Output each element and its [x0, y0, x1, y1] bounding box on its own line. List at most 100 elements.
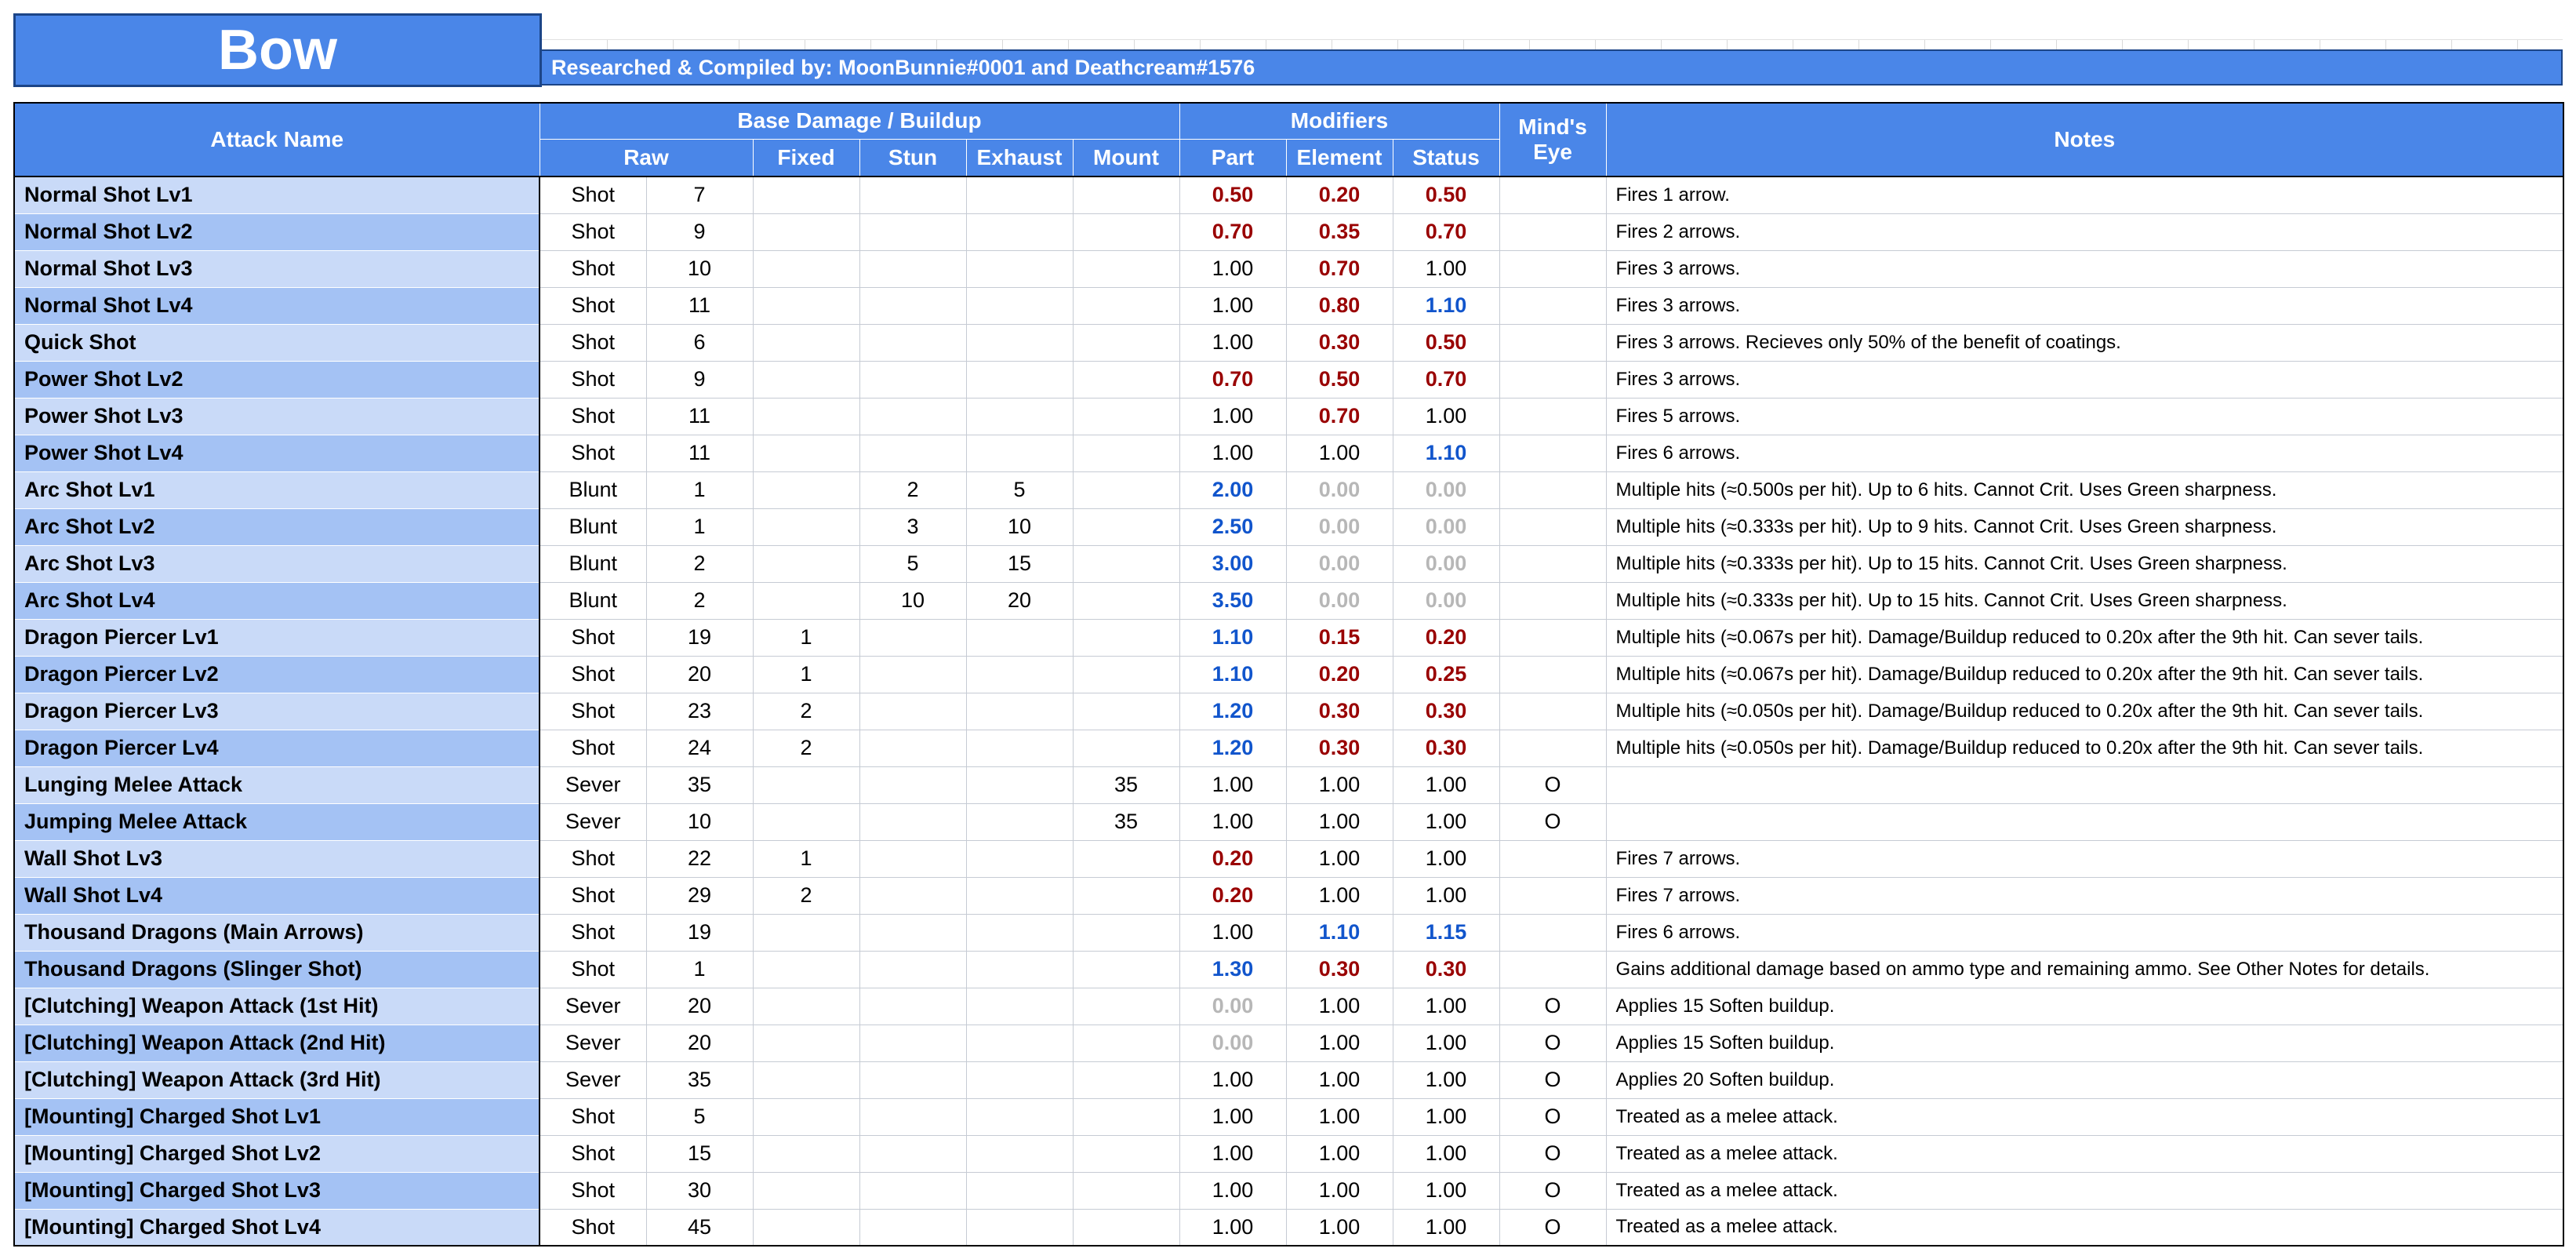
mount-value-cell[interactable]: [1073, 693, 1179, 730]
exhaust-value-cell[interactable]: [966, 988, 1073, 1025]
status-modifier-cell[interactable]: 0.00: [1393, 508, 1499, 545]
raw-value-cell[interactable]: 2: [646, 545, 753, 582]
minds-eye-cell[interactable]: [1499, 250, 1606, 287]
raw-type-cell[interactable]: Shot: [540, 693, 646, 730]
part-modifier-cell[interactable]: 1.00: [1179, 1135, 1286, 1172]
status-modifier-cell[interactable]: 0.50: [1393, 324, 1499, 361]
raw-type-cell[interactable]: Shot: [540, 398, 646, 435]
fixed-value-cell[interactable]: 2: [753, 693, 859, 730]
raw-value-cell[interactable]: 19: [646, 619, 753, 656]
notes-cell[interactable]: Fires 3 arrows.: [1606, 287, 2563, 324]
exhaust-value-cell[interactable]: 20: [966, 582, 1073, 619]
fixed-value-cell[interactable]: [753, 951, 859, 988]
attack-name-cell[interactable]: Wall Shot Lv4: [14, 877, 540, 914]
raw-value-cell[interactable]: 10: [646, 803, 753, 840]
part-modifier-cell[interactable]: 0.00: [1179, 988, 1286, 1025]
exhaust-value-cell[interactable]: [966, 766, 1073, 803]
column-header-mount[interactable]: Mount: [1073, 139, 1179, 177]
notes-cell[interactable]: Applies 15 Soften buildup.: [1606, 1025, 2563, 1061]
raw-value-cell[interactable]: 9: [646, 361, 753, 398]
stun-value-cell[interactable]: [859, 1172, 966, 1209]
element-modifier-cell[interactable]: 1.00: [1286, 877, 1393, 914]
mount-value-cell[interactable]: [1073, 1061, 1179, 1098]
status-modifier-cell[interactable]: 0.50: [1393, 177, 1499, 213]
raw-type-cell[interactable]: Shot: [540, 914, 646, 951]
element-modifier-cell[interactable]: 0.30: [1286, 324, 1393, 361]
mount-value-cell[interactable]: [1073, 398, 1179, 435]
mount-value-cell[interactable]: [1073, 508, 1179, 545]
stun-value-cell[interactable]: [859, 951, 966, 988]
raw-type-cell[interactable]: Shot: [540, 361, 646, 398]
status-modifier-cell[interactable]: 1.10: [1393, 287, 1499, 324]
status-modifier-cell[interactable]: 0.20: [1393, 619, 1499, 656]
stun-value-cell[interactable]: [859, 1061, 966, 1098]
weapon-title-cell[interactable]: Bow: [13, 13, 542, 87]
column-header-stun[interactable]: Stun: [859, 139, 966, 177]
status-modifier-cell[interactable]: 0.00: [1393, 582, 1499, 619]
attack-name-cell[interactable]: [Mounting] Charged Shot Lv2: [14, 1135, 540, 1172]
column-header-raw[interactable]: Raw: [540, 139, 753, 177]
minds-eye-cell[interactable]: O: [1499, 1061, 1606, 1098]
raw-type-cell[interactable]: Sever: [540, 988, 646, 1025]
status-modifier-cell[interactable]: 1.00: [1393, 1025, 1499, 1061]
minds-eye-cell[interactable]: [1499, 508, 1606, 545]
exhaust-value-cell[interactable]: [966, 361, 1073, 398]
part-modifier-cell[interactable]: 1.00: [1179, 766, 1286, 803]
stun-value-cell[interactable]: [859, 803, 966, 840]
raw-type-cell[interactable]: Shot: [540, 287, 646, 324]
fixed-value-cell[interactable]: [753, 398, 859, 435]
mount-value-cell[interactable]: [1073, 177, 1179, 213]
element-modifier-cell[interactable]: 1.00: [1286, 1025, 1393, 1061]
raw-type-cell[interactable]: Shot: [540, 1172, 646, 1209]
raw-value-cell[interactable]: 20: [646, 656, 753, 693]
attack-name-cell[interactable]: Power Shot Lv3: [14, 398, 540, 435]
raw-value-cell[interactable]: 2: [646, 582, 753, 619]
raw-type-cell[interactable]: Blunt: [540, 545, 646, 582]
mount-value-cell[interactable]: [1073, 877, 1179, 914]
fixed-value-cell[interactable]: [753, 435, 859, 471]
exhaust-value-cell[interactable]: [966, 1061, 1073, 1098]
raw-value-cell[interactable]: 19: [646, 914, 753, 951]
mount-value-cell[interactable]: [1073, 914, 1179, 951]
raw-type-cell[interactable]: Shot: [540, 619, 646, 656]
attack-name-cell[interactable]: Lunging Melee Attack: [14, 766, 540, 803]
minds-eye-cell[interactable]: [1499, 435, 1606, 471]
element-modifier-cell[interactable]: 0.00: [1286, 545, 1393, 582]
part-modifier-cell[interactable]: 3.00: [1179, 545, 1286, 582]
fixed-value-cell[interactable]: [753, 1098, 859, 1135]
status-modifier-cell[interactable]: 1.00: [1393, 840, 1499, 877]
raw-type-cell[interactable]: Blunt: [540, 471, 646, 508]
notes-cell[interactable]: Fires 2 arrows.: [1606, 213, 2563, 250]
notes-cell[interactable]: Multiple hits (≈0.050s per hit). Damage/…: [1606, 693, 2563, 730]
notes-cell[interactable]: Fires 1 arrow.: [1606, 177, 2563, 213]
raw-value-cell[interactable]: 45: [646, 1209, 753, 1246]
minds-eye-cell[interactable]: O: [1499, 803, 1606, 840]
status-modifier-cell[interactable]: 0.00: [1393, 545, 1499, 582]
raw-type-cell[interactable]: Shot: [540, 951, 646, 988]
attack-name-cell[interactable]: Normal Shot Lv3: [14, 250, 540, 287]
stun-value-cell[interactable]: [859, 840, 966, 877]
notes-cell[interactable]: Multiple hits (≈0.333s per hit). Up to 1…: [1606, 545, 2563, 582]
exhaust-value-cell[interactable]: 10: [966, 508, 1073, 545]
mount-value-cell[interactable]: [1073, 619, 1179, 656]
mount-value-cell[interactable]: [1073, 435, 1179, 471]
exhaust-value-cell[interactable]: 5: [966, 471, 1073, 508]
notes-cell[interactable]: Fires 3 arrows.: [1606, 250, 2563, 287]
exhaust-value-cell[interactable]: [966, 1098, 1073, 1135]
mount-value-cell[interactable]: [1073, 1098, 1179, 1135]
part-modifier-cell[interactable]: 1.00: [1179, 324, 1286, 361]
attack-name-cell[interactable]: [Clutching] Weapon Attack (3rd Hit): [14, 1061, 540, 1098]
raw-value-cell[interactable]: 11: [646, 287, 753, 324]
exhaust-value-cell[interactable]: [966, 1025, 1073, 1061]
exhaust-value-cell[interactable]: [966, 177, 1073, 213]
stun-value-cell[interactable]: 10: [859, 582, 966, 619]
notes-cell[interactable]: [1606, 766, 2563, 803]
status-modifier-cell[interactable]: 0.00: [1393, 471, 1499, 508]
minds-eye-cell[interactable]: [1499, 656, 1606, 693]
status-modifier-cell[interactable]: 0.70: [1393, 213, 1499, 250]
minds-eye-cell[interactable]: [1499, 914, 1606, 951]
raw-value-cell[interactable]: 9: [646, 213, 753, 250]
fixed-value-cell[interactable]: [753, 545, 859, 582]
part-modifier-cell[interactable]: 1.00: [1179, 914, 1286, 951]
fixed-value-cell[interactable]: [753, 1061, 859, 1098]
